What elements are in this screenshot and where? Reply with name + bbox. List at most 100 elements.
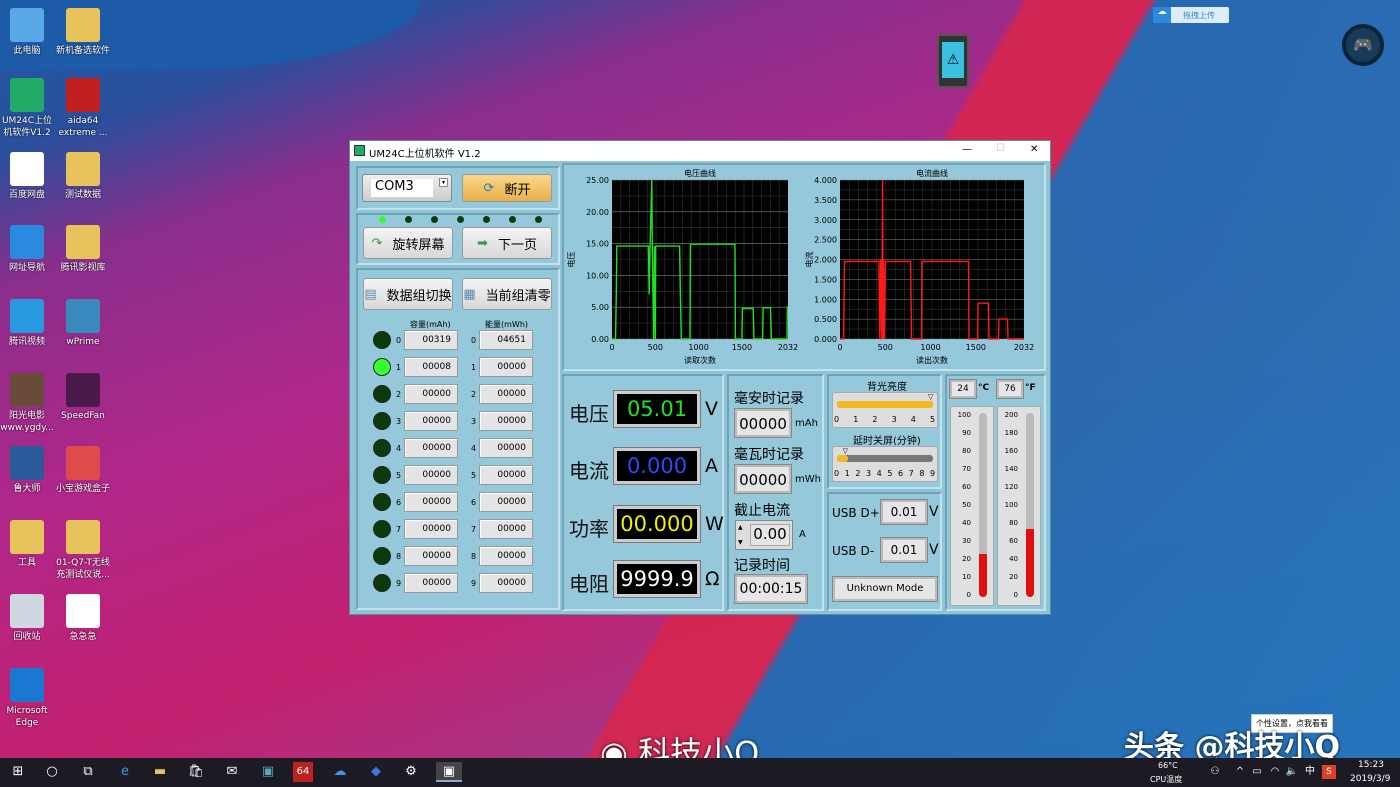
minimize-button[interactable]: — xyxy=(962,144,972,155)
thermometer-tick: 30 xyxy=(962,537,971,545)
desktop-icon[interactable]: 测试数据 xyxy=(54,152,112,201)
desktop-icon[interactable]: UM24C上位机软件V1.2 xyxy=(0,78,56,139)
refresh-icon: ⟳ xyxy=(483,180,495,196)
settings-icon[interactable]: ⚙ xyxy=(401,762,421,782)
mail-icon[interactable]: ✉ xyxy=(222,762,242,782)
slider-thumb[interactable]: ▽ xyxy=(843,447,848,455)
explorer-icon[interactable]: ▬ xyxy=(150,762,170,782)
desktop-icon[interactable]: SpeedFan xyxy=(54,373,112,422)
desktop-icon-image xyxy=(10,373,44,407)
store-icon[interactable]: 🛍 xyxy=(186,762,206,782)
desktop-icon[interactable]: Microsoft Edge xyxy=(0,668,56,729)
clock-date[interactable]: 2019/3/9 xyxy=(1350,774,1390,784)
x-tick-label: 0 xyxy=(837,343,842,352)
group-index: 1 xyxy=(396,363,402,372)
desktop-icon[interactable]: 急急急 xyxy=(54,594,112,643)
desktop-icon[interactable]: 01-Q7-T无线充测试仪说... xyxy=(54,520,112,581)
maximize-button[interactable]: ☐ xyxy=(996,143,1005,154)
power-display: 00.000 xyxy=(613,505,701,543)
page-indicator-led xyxy=(431,216,438,223)
desktop-icon[interactable]: aida64 extreme ... xyxy=(54,78,112,139)
gamepad-icon[interactable]: 🎮 xyxy=(1342,24,1384,66)
desktop-icon[interactable]: 腾讯影视库 xyxy=(54,225,112,274)
desktop-icon[interactable]: 网址导航 xyxy=(0,225,56,274)
timeout-slider[interactable]: 0 1 2 3 4 5 6 7 8 9 ▽ xyxy=(832,446,938,482)
y-axis-label: 电压 xyxy=(566,252,576,268)
increment-icon[interactable]: ▲ xyxy=(738,524,743,531)
group-index: 9 xyxy=(396,579,402,588)
group-energy: 00000 xyxy=(479,573,533,593)
group-led xyxy=(373,493,391,511)
cutoff-value[interactable]: 0.00 xyxy=(750,524,790,546)
people-icon[interactable]: ⚇ xyxy=(1205,762,1225,782)
desktop-icon[interactable]: 腾讯视频 xyxy=(0,299,56,348)
settings-panel: 背光亮度 0 1 2 3 4 5 ▽ 延时关屏(分钟) 0 1 2 3 4 5 6 7 8 9 ▽ xyxy=(827,374,942,489)
title-bar: UM24C上位机软件 V1.2 — ☐ ✕ xyxy=(350,141,1050,161)
app-icon-1[interactable]: ▣ xyxy=(258,762,278,782)
desktop-icon[interactable]: 百度网盘 xyxy=(0,152,56,201)
desktop-icon-label: 阳光电影 www.ygdy... xyxy=(0,411,54,433)
search-icon[interactable]: ○ xyxy=(42,762,62,782)
desktop-icon[interactable]: 小宝游戏盒子 xyxy=(54,446,112,495)
desktop-icon[interactable]: 阳光电影 www.ygdy... xyxy=(0,373,56,434)
records-panel: 毫安时记录 00000 mAh 毫瓦时记录 00000 mWh 截止电流 ▲ ▼… xyxy=(727,374,824,611)
desktop-icon-image xyxy=(10,8,44,42)
desktop-icon[interactable]: wPrime xyxy=(54,299,112,348)
thermometer-tick: 160 xyxy=(1004,447,1018,455)
backlight-slider[interactable]: 0 1 2 3 4 5 ▽ xyxy=(832,392,938,428)
rotate-screen-button[interactable]: ↷ 旋转屏幕 xyxy=(363,227,453,259)
group-index: 4 xyxy=(396,444,402,453)
slider-thumb[interactable]: ▽ xyxy=(928,393,933,401)
ime-indicator[interactable]: 中 xyxy=(1300,762,1320,782)
task-view-icon[interactable]: ⧉ xyxy=(78,762,98,782)
groups-panel: ▤ 数据组切换 ▦ 当前组清零 容量(mAh) 能量(mWh) 0 00319 0 046… xyxy=(356,268,560,610)
phone-warning-icon: ⚠ xyxy=(937,34,969,88)
x-tick-label: 1500 xyxy=(732,343,752,352)
desktop-icon[interactable]: 工具 xyxy=(0,520,56,569)
cutoff-stepper[interactable]: ▲ ▼ 0.00 xyxy=(735,520,793,550)
aida64-icon[interactable]: 64 xyxy=(293,762,313,782)
battery-icon[interactable]: ▭ xyxy=(1247,762,1267,782)
desktop-icon[interactable]: 此电脑 xyxy=(0,8,56,57)
desktop-icon-label: 腾讯影视库 xyxy=(60,263,106,273)
thermometer-tick: 20 xyxy=(1009,573,1018,581)
current-display: 0.000 xyxy=(613,447,701,485)
cutoff-current-label: 截止电流 xyxy=(734,503,790,519)
sogou-icon[interactable]: S xyxy=(1322,765,1336,779)
group-index: 4 xyxy=(471,444,477,453)
slider-tick-label: 7 xyxy=(908,469,914,478)
clock-time[interactable]: 15:23 xyxy=(1358,760,1384,770)
disconnect-button[interactable]: ⟳ 断开 xyxy=(462,174,552,202)
desktop-icon-image xyxy=(10,152,44,186)
group-index: 3 xyxy=(471,417,477,426)
volume-icon[interactable]: 🔈 xyxy=(1282,762,1302,782)
shield-icon[interactable]: ◆ xyxy=(366,762,386,782)
desktop-icon[interactable]: 鲁大师 xyxy=(0,446,56,495)
y-tick-label: 0.000 xyxy=(814,335,837,344)
desktop-icon-image xyxy=(66,520,100,554)
baidu-netdisk-icon[interactable]: ☁ xyxy=(330,762,350,782)
cutoff-unit: A xyxy=(799,529,806,540)
desktop-icon[interactable]: 回收站 xyxy=(0,594,56,643)
um24c-task-icon[interactable]: ▣ xyxy=(436,762,462,782)
next-page-button[interactable]: ➡ 下一页 xyxy=(462,227,552,259)
thermometer-tick: 90 xyxy=(962,429,971,437)
edge-icon[interactable]: e xyxy=(115,762,135,782)
decrement-icon[interactable]: ▼ xyxy=(738,539,743,546)
dropdown-icon[interactable]: ▾ xyxy=(439,178,448,187)
close-button[interactable]: ✕ xyxy=(1030,144,1038,155)
group-led xyxy=(373,547,391,565)
upload-label: 拖拽上传 xyxy=(1183,10,1215,20)
desktop-icon[interactable]: 新机备选软件 xyxy=(54,8,112,57)
port-select[interactable]: COM3 ▾ xyxy=(362,174,452,202)
slider-tick-label: 4 xyxy=(876,469,882,478)
group-energy: 00000 xyxy=(479,411,533,431)
desktop-icon-label: 测试数据 xyxy=(64,190,101,200)
upload-widget[interactable]: ☁ 拖拽上传 xyxy=(1153,7,1229,23)
desktop-icon-image xyxy=(10,78,44,112)
clear-group-button[interactable]: ▦ 当前组清零 xyxy=(462,278,552,310)
start-icon[interactable]: ⊞ xyxy=(8,762,28,782)
switch-group-button[interactable]: ▤ 数据组切换 xyxy=(363,278,453,310)
usb-dplus-value: 0.01 xyxy=(880,499,928,525)
group-index: 0 xyxy=(471,336,477,345)
